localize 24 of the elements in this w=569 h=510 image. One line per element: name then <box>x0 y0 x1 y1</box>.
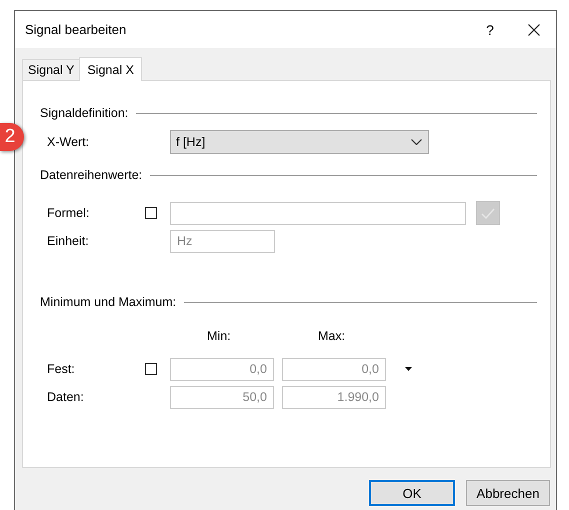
section-heading: Minimum und Maximum: <box>40 295 176 309</box>
field-label: Formel: <box>47 206 90 220</box>
dropdown[interactable]: f [Hz] <box>170 130 429 154</box>
section-heading: Datenreihenwerte: <box>40 168 142 182</box>
dialog-button[interactable]: OK <box>369 480 455 506</box>
tab[interactable]: Signal Y <box>22 59 80 80</box>
field-label: Einheit: <box>47 234 89 248</box>
check-icon <box>481 208 495 218</box>
help-button[interactable]: ? <box>468 14 512 44</box>
column-header: Max: <box>318 329 346 343</box>
chevron-down-icon <box>411 139 422 145</box>
checkbox[interactable] <box>145 207 157 219</box>
section-heading: Signaldefinition: <box>40 106 128 120</box>
close-icon <box>528 24 540 36</box>
field-label: X-Wert: <box>47 135 90 149</box>
tab[interactable]: Signal X <box>79 57 142 81</box>
formula-field[interactable] <box>170 202 466 224</box>
field-label: Daten: <box>47 390 84 404</box>
field-label: Fest: <box>47 362 75 376</box>
window-title: Signal bearbeiten <box>25 22 128 37</box>
step-badge: 2 <box>0 123 24 151</box>
column-header: Min: <box>207 329 231 343</box>
dialog-button[interactable]: Abbrechen <box>466 480 550 506</box>
dropdown-arrow-icon[interactable] <box>405 367 412 371</box>
